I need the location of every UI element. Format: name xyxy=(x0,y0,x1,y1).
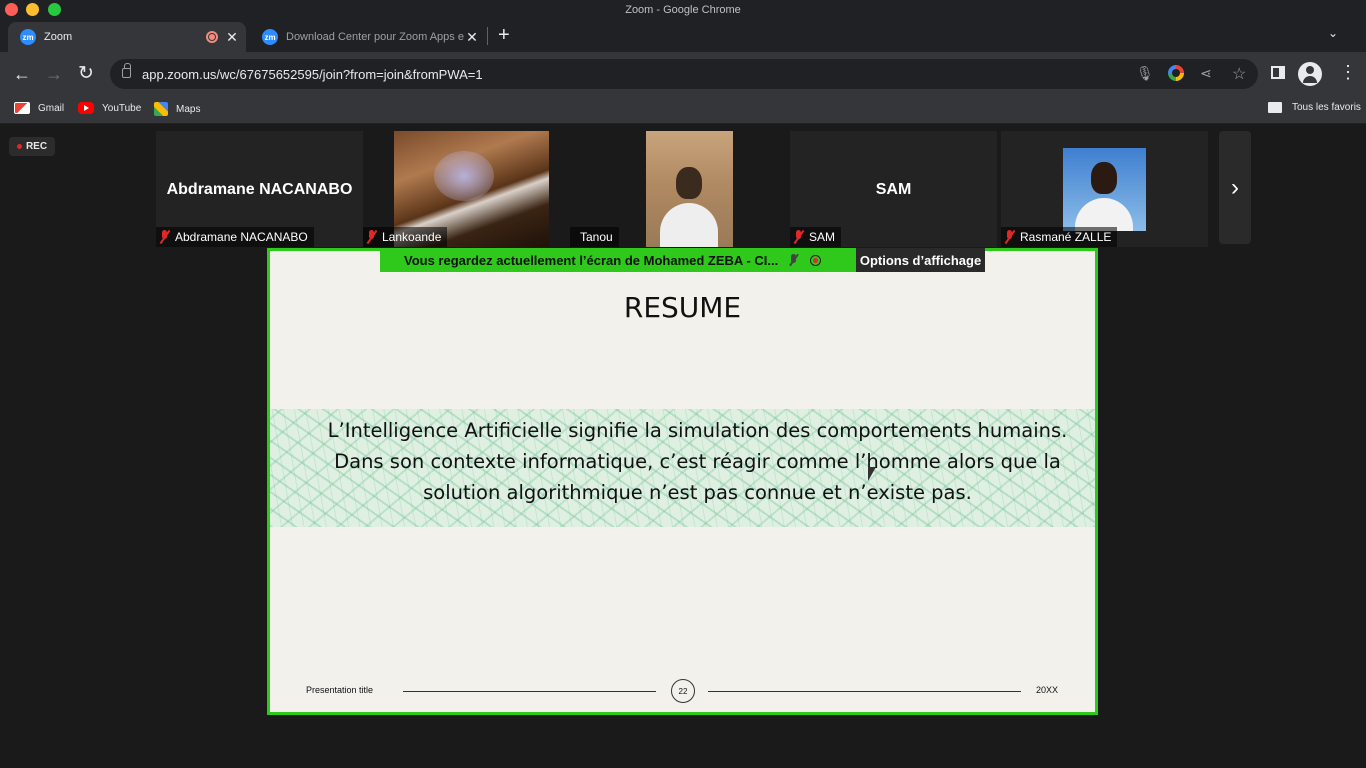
reload-icon[interactable]: ↻ xyxy=(78,64,94,84)
tab-strip: zm Zoom ✕ zm Download Center pour Zoom A… xyxy=(0,20,1366,52)
mic-muted-icon xyxy=(1005,230,1015,244)
recording-icon xyxy=(810,254,822,266)
gmail-icon xyxy=(14,102,30,114)
slide-body-line: Dans son contexte informatique, c’est ré… xyxy=(334,450,1061,473)
participant-video xyxy=(646,131,733,247)
mic-muted-icon xyxy=(367,230,377,244)
participant-name: Lankoande xyxy=(382,230,442,244)
tab-download-center[interactable]: zm Download Center pour Zoom Apps et mod… xyxy=(250,22,486,52)
shared-screen[interactable]: RESUME L’Intelligence Artificielle signi… xyxy=(267,248,1098,715)
more-menu-icon[interactable]: ⋮ xyxy=(1339,62,1357,83)
banner-text: Vous regardez actuellement l’écran de Mo… xyxy=(404,252,779,268)
side-panel-icon[interactable] xyxy=(1271,66,1285,79)
mouse-cursor-icon xyxy=(868,467,876,481)
slide-footer-date: 20XX xyxy=(1036,685,1059,695)
bookmarks-bar: Gmail YouTube Maps Tous les favoris xyxy=(0,96,1366,124)
participant-tile[interactable]: Lankoande xyxy=(363,131,570,247)
participant-name-label: Tanou xyxy=(570,227,619,247)
new-tab-plus-icon[interactable]: + xyxy=(498,24,510,47)
view-options-label: Options d’affichage xyxy=(859,252,982,268)
address-bar[interactable]: app.zoom.us/wc/67675652595/join?from=joi… xyxy=(110,59,1258,89)
rec-label: REC xyxy=(25,141,48,152)
share-icon[interactable]: ⋖ xyxy=(1200,65,1212,82)
participant-name-label: Rasmané ZALLE xyxy=(1001,227,1118,247)
all-bookmarks-label: Tous les favoris xyxy=(1292,102,1361,113)
participant-tile[interactable]: Tanou xyxy=(570,131,777,247)
forward-arrow-icon[interactable]: → xyxy=(45,64,63,84)
youtube-icon xyxy=(78,102,94,114)
slide-footer-title: Presentation title xyxy=(306,685,374,695)
participant-name-label: Abdramane NACANABO xyxy=(156,227,314,247)
url-text[interactable]: app.zoom.us/wc/67675652595/join?from=joi… xyxy=(142,67,483,82)
participant-video xyxy=(1063,148,1146,231)
person-head xyxy=(676,167,702,199)
lock-icon[interactable] xyxy=(122,63,131,78)
tab-label: Download Center pour Zoom Apps et module… xyxy=(286,31,464,43)
bookmark-label: YouTube xyxy=(102,102,142,114)
bookmark-label: Maps xyxy=(176,103,201,115)
slide-title: RESUME xyxy=(623,291,742,324)
close-tab-icon[interactable]: ✕ xyxy=(224,29,240,45)
mic-muted-icon xyxy=(790,254,798,266)
profile-avatar-icon[interactable] xyxy=(1298,62,1322,86)
view-options-button[interactable]: Options d’affichage xyxy=(856,248,985,272)
participant-display-name: SAM xyxy=(875,181,912,198)
participant-name: SAM xyxy=(809,230,836,244)
folder-icon xyxy=(1268,102,1282,113)
zoom-meeting-area: REC Abdramane NACANABO Abdramane NACANAB… xyxy=(0,124,1366,768)
tab-search-chevron-down-icon[interactable]: ⌄ xyxy=(1328,26,1338,40)
back-arrow-icon[interactable]: ← xyxy=(13,64,31,84)
bookmark-youtube[interactable]: YouTube xyxy=(78,102,141,114)
person-body xyxy=(660,203,718,247)
person-head xyxy=(1091,162,1117,194)
bookmark-label: Gmail xyxy=(38,102,65,114)
next-page-chevron-right-icon[interactable]: › xyxy=(1219,131,1251,244)
tab-separator xyxy=(487,27,488,45)
footer-divider xyxy=(708,691,1021,692)
microphone-icon[interactable]: 🎙︎ xyxy=(1136,65,1154,82)
footer-divider xyxy=(403,691,656,692)
tab-label: Zoom xyxy=(44,31,73,43)
recording-indicator-icon xyxy=(206,31,218,43)
screen-share-banner: Vous regardez actuellement l’écran de Mo… xyxy=(380,248,858,272)
zoom-favicon-icon: zm xyxy=(262,29,278,45)
participant-name-label: Lankoande xyxy=(363,227,448,247)
mic-muted-icon xyxy=(794,230,804,244)
close-tab-icon[interactable]: ✕ xyxy=(464,29,480,45)
bookmark-star-icon[interactable]: ☆ xyxy=(1232,64,1246,84)
participant-name: Abdramane NACANABO xyxy=(175,230,308,244)
mic-muted-icon xyxy=(160,230,170,244)
tab-zoom[interactable]: zm Zoom ✕ xyxy=(8,22,246,52)
bookmark-gmail[interactable]: Gmail xyxy=(14,102,64,114)
video-light-blur xyxy=(434,151,494,201)
participant-name: Tanou xyxy=(580,230,613,244)
window-title: Zoom - Google Chrome xyxy=(625,4,741,16)
participant-display-name: Abdramane NACANABO xyxy=(166,181,353,198)
participant-tile[interactable]: Rasmané ZALLE xyxy=(1001,131,1208,247)
maps-icon xyxy=(154,102,168,116)
participant-name: Rasmané ZALLE xyxy=(1020,230,1112,244)
slide-body-line: solution algorithmique n’est pas connue … xyxy=(423,481,972,504)
all-bookmarks-folder[interactable]: Tous les favoris xyxy=(1268,102,1361,113)
window-title-bar: Zoom - Google Chrome xyxy=(0,0,1366,20)
slide-body-line: L’Intelligence Artificielle signifie la … xyxy=(327,419,1068,442)
participant-name-label: SAM xyxy=(790,227,842,247)
slide-page-number: 22 xyxy=(671,679,695,703)
zoom-favicon-icon: zm xyxy=(20,29,36,45)
slide-body: L’Intelligence Artificielle signifie la … xyxy=(300,415,1095,508)
participant-tile[interactable]: Abdramane NACANABO Abdramane NACANABO xyxy=(156,131,363,247)
recording-badge[interactable]: REC xyxy=(9,137,55,156)
google-lens-icon[interactable] xyxy=(1168,65,1184,81)
bookmark-maps[interactable]: Maps xyxy=(154,102,200,116)
participant-tile[interactable]: SAM SAM xyxy=(790,131,997,247)
browser-toolbar: ← → ↻ app.zoom.us/wc/67675652595/join?fr… xyxy=(0,52,1366,96)
